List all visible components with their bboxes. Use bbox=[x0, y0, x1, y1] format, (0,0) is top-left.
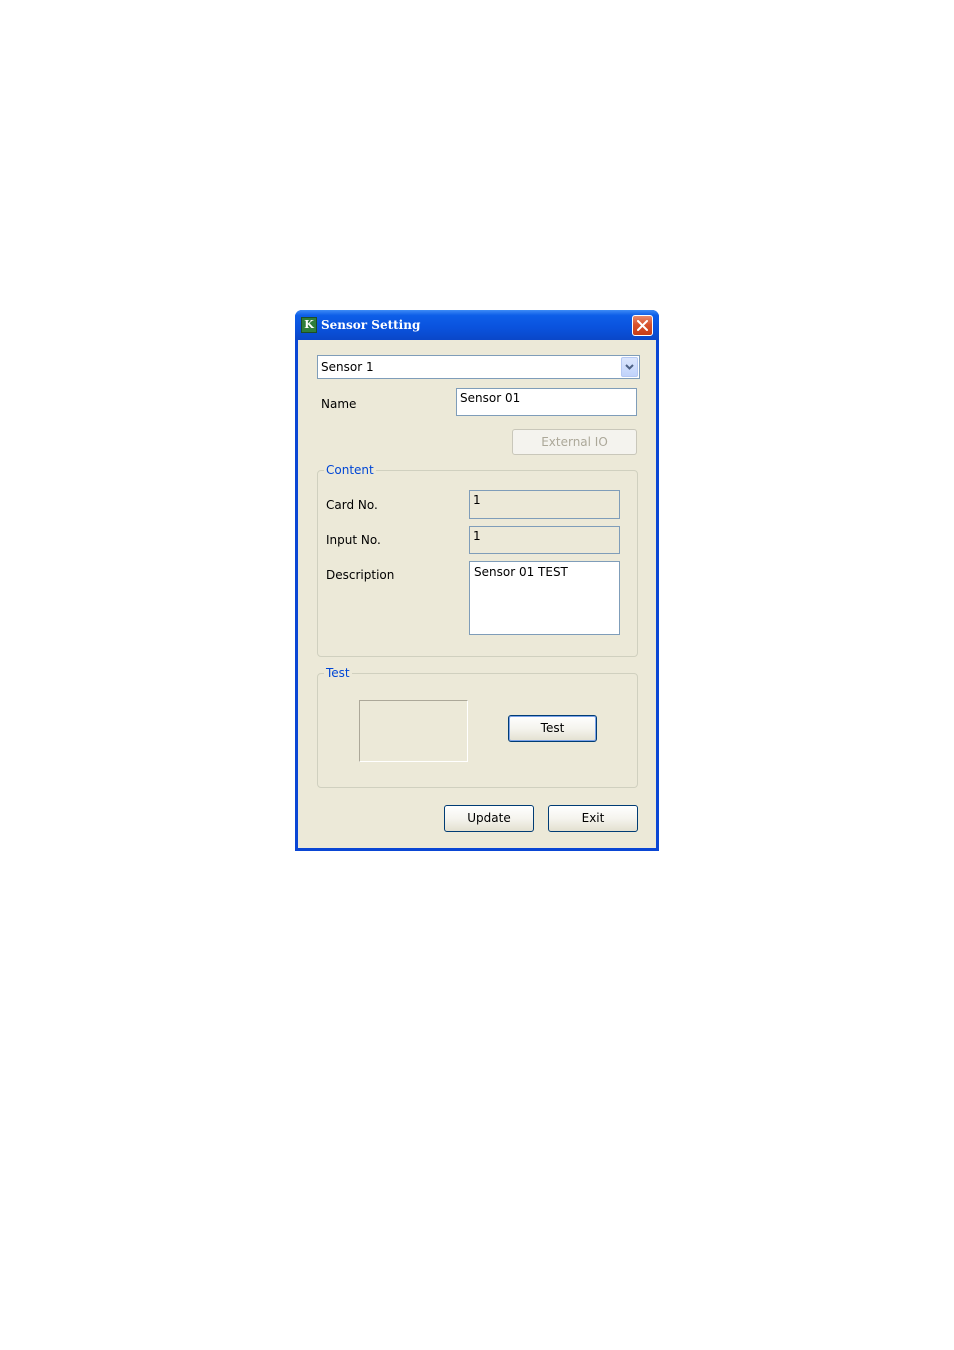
description-label: Description bbox=[326, 568, 395, 582]
content-group-title: Content bbox=[324, 463, 376, 477]
card-no-field[interactable]: 1 bbox=[469, 490, 620, 519]
test-button[interactable]: Test bbox=[508, 715, 597, 742]
sensor-dropdown[interactable]: Sensor 1 bbox=[317, 355, 640, 379]
app-icon: K bbox=[301, 317, 317, 333]
description-textarea[interactable]: Sensor 01 TEST bbox=[469, 561, 620, 635]
update-button[interactable]: Update bbox=[444, 805, 534, 832]
dialog-body: Sensor 1 Name Sensor 01 External IO Cont… bbox=[298, 340, 656, 848]
dropdown-button[interactable] bbox=[621, 357, 638, 377]
window-title: Sensor Setting bbox=[321, 318, 421, 332]
name-input[interactable]: Sensor 01 bbox=[456, 388, 637, 416]
input-no-field[interactable]: 1 bbox=[469, 526, 620, 554]
exit-button[interactable]: Exit bbox=[548, 805, 638, 832]
content-groupbox: Content Card No. 1 Input No. 1 Descripti… bbox=[317, 463, 638, 657]
input-no-label: Input No. bbox=[326, 533, 381, 547]
sensor-setting-window: K Sensor Setting Sensor 1 Name Sensor 01… bbox=[295, 310, 659, 851]
test-group-title: Test bbox=[324, 666, 352, 680]
name-label: Name bbox=[321, 397, 357, 411]
sensor-dropdown-value: Sensor 1 bbox=[321, 360, 374, 374]
title-bar[interactable]: K Sensor Setting bbox=[295, 310, 659, 340]
external-io-button[interactable]: External IO bbox=[512, 429, 637, 455]
test-groupbox: Test Test bbox=[317, 666, 638, 788]
test-status-indicator bbox=[359, 700, 468, 762]
card-no-label: Card No. bbox=[326, 498, 378, 512]
close-icon bbox=[637, 320, 648, 331]
chevron-down-icon bbox=[625, 364, 634, 370]
close-button[interactable] bbox=[632, 315, 653, 336]
